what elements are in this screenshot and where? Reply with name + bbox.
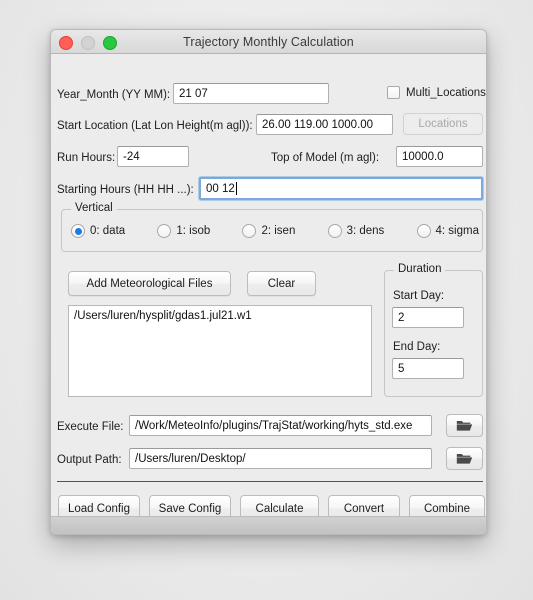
- multi-locations-checkbox-row[interactable]: Multi_Locations: [387, 86, 486, 99]
- multi-locations-checkbox[interactable]: [387, 86, 400, 99]
- radio-icon[interactable]: [416, 224, 431, 238]
- vertical-option-4-label: 4: sigma: [435, 225, 479, 237]
- output-path-input[interactable]: /Users/luren/Desktop/: [129, 448, 432, 469]
- vertical-option-3-label: 3: dens: [346, 225, 385, 237]
- dialog-content: Year_Month (YY MM): 21 07 Multi_Location…: [51, 54, 486, 534]
- year-month-label: Year_Month (YY MM):: [57, 89, 171, 101]
- start-day-input[interactable]: 2: [392, 307, 464, 328]
- radio-icon[interactable]: [327, 224, 342, 238]
- run-hours-input[interactable]: -24: [117, 146, 189, 167]
- window-controls: [59, 36, 117, 50]
- text-caret: [235, 182, 237, 195]
- vertical-option-2[interactable]: 2: isen: [242, 224, 295, 238]
- vertical-option-0-label: 0: data: [90, 225, 126, 237]
- vertical-radio-group[interactable]: 0: data 1: isob 2: isen 3: dens 4: sigma: [71, 221, 479, 241]
- radio-icon[interactable]: [157, 224, 172, 238]
- starting-hours-input[interactable]: 00 12: [199, 177, 483, 200]
- end-day-input[interactable]: 5: [392, 358, 464, 379]
- vertical-option-1-label: 1: isob: [176, 225, 211, 237]
- folder-open-icon: [456, 454, 473, 464]
- vertical-option-3[interactable]: 3: dens: [327, 224, 385, 238]
- minimize-button[interactable]: [81, 36, 95, 50]
- execute-file-browse-button[interactable]: [446, 414, 483, 437]
- zoom-button[interactable]: [103, 36, 117, 50]
- start-location-input[interactable]: 26.00 119.00 1000.00: [256, 114, 393, 135]
- section-separator: [57, 481, 483, 482]
- duration-group-label: Duration: [394, 263, 446, 275]
- window-bottom-bar: [51, 516, 486, 534]
- list-item[interactable]: /Users/luren/hysplit/gdas1.jul21.w1: [74, 310, 366, 322]
- run-hours-label: Run Hours:: [57, 152, 116, 164]
- folder-open-icon: [456, 421, 473, 431]
- vertical-group-label: Vertical: [71, 202, 117, 214]
- execute-file-input[interactable]: /Work/MeteoInfo/plugins/TrajStat/working…: [129, 415, 432, 436]
- locations-button[interactable]: Locations: [403, 113, 483, 135]
- vertical-option-0[interactable]: 0: data: [71, 224, 125, 238]
- vertical-option-4[interactable]: 4: sigma: [416, 224, 479, 238]
- add-meteorological-files-button[interactable]: Add Meteorological Files: [68, 271, 231, 296]
- start-location-label: Start Location (Lat Lon Height(m agl)):: [57, 120, 253, 132]
- top-of-model-label: Top of Model (m agl):: [271, 152, 380, 164]
- output-path-label: Output Path:: [57, 454, 122, 466]
- clear-button[interactable]: Clear: [247, 271, 316, 296]
- vertical-option-1[interactable]: 1: isob: [157, 224, 210, 238]
- start-day-label: Start Day:: [393, 290, 445, 302]
- top-of-model-input[interactable]: 10000.0: [396, 146, 483, 167]
- meteorological-files-list[interactable]: /Users/luren/hysplit/gdas1.jul21.w1: [68, 305, 372, 397]
- starting-hours-label: Starting Hours (HH HH ...):: [57, 184, 194, 196]
- execute-file-label: Execute File:: [57, 421, 124, 433]
- vertical-option-2-label: 2: isen: [261, 225, 296, 237]
- close-button[interactable]: [59, 36, 73, 50]
- radio-selected-icon[interactable]: [71, 224, 85, 238]
- multi-locations-label: Multi_Locations: [406, 86, 486, 99]
- title-bar[interactable]: Trajectory Monthly Calculation: [51, 30, 486, 54]
- radio-icon[interactable]: [242, 224, 257, 238]
- trajectory-monthly-calculation-window: Trajectory Monthly Calculation Year_Mont…: [50, 29, 487, 535]
- output-path-browse-button[interactable]: [446, 447, 483, 470]
- starting-hours-value: 00 12: [206, 182, 235, 195]
- year-month-input[interactable]: 21 07: [173, 83, 329, 104]
- end-day-label: End Day:: [393, 341, 441, 353]
